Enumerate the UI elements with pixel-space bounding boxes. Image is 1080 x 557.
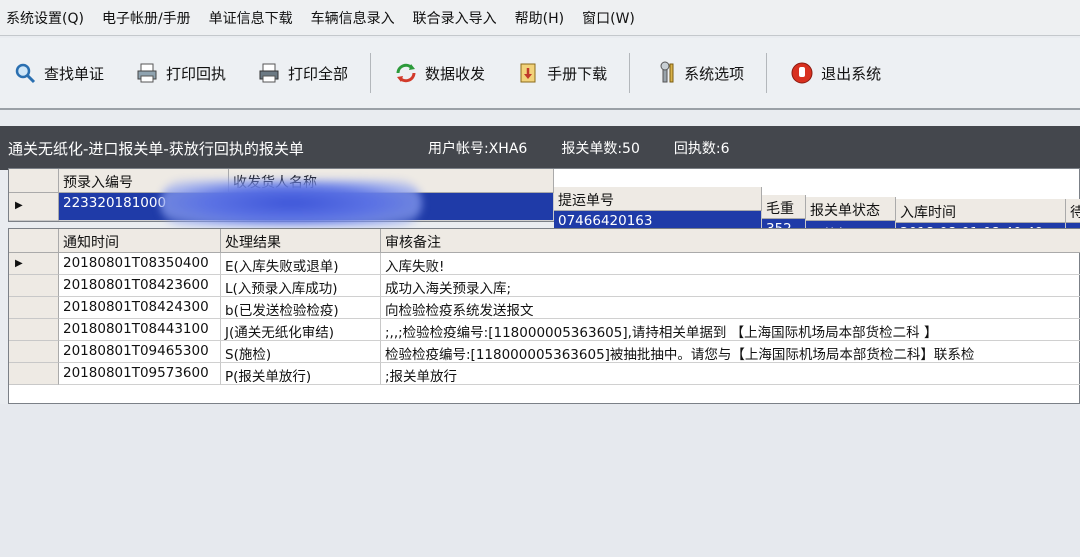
col-header-review-note[interactable]: 审核备注 bbox=[381, 229, 1080, 253]
printer-icon bbox=[134, 60, 160, 86]
cell-result[interactable]: b(已发送检验检疫) bbox=[221, 297, 381, 319]
cell-note[interactable]: 向检验检疫系统发送报文 bbox=[381, 297, 1080, 319]
row-indicator bbox=[9, 319, 59, 341]
find-document-button[interactable]: 查找单证 bbox=[4, 54, 112, 92]
table-row[interactable]: 20180801T08424300 bbox=[59, 297, 221, 319]
col-header-extra[interactable]: 待 bbox=[1066, 199, 1080, 223]
cell-result[interactable]: J(通关无纸化审结) bbox=[221, 319, 381, 341]
cell-note[interactable]: ;报关单放行 bbox=[381, 363, 1080, 385]
menu-vehicle-entry[interactable]: 车辆信息录入 bbox=[311, 8, 395, 28]
window-title-bar: 通关无纸化-进口报关单-获放行回执的报关单 用户帐号:XHA6 报关单数:50 … bbox=[0, 126, 1080, 170]
print-all-label: 打印全部 bbox=[288, 64, 349, 83]
receipt-count-label: 回执数:6 bbox=[673, 141, 730, 157]
grid-corner bbox=[9, 229, 59, 253]
toolbar-separator bbox=[629, 53, 631, 93]
wrench-icon bbox=[652, 60, 678, 86]
cell-result[interactable]: P(报关单放行) bbox=[221, 363, 381, 385]
table-row[interactable]: 20180801T08423600 bbox=[59, 275, 221, 297]
download-icon bbox=[515, 60, 541, 86]
search-icon bbox=[12, 60, 38, 86]
toolbar-separator bbox=[766, 53, 768, 93]
table-row[interactable]: 20180801T09573600 bbox=[59, 363, 221, 385]
receipt-grid[interactable]: 通知时间 处理结果 审核备注 ▶ 20180801T08350400 E(入库失… bbox=[8, 228, 1080, 404]
col-header-gross-weight[interactable]: 毛重 bbox=[762, 195, 806, 219]
table-row[interactable]: 20180801T09465300 bbox=[59, 341, 221, 363]
col-header-result[interactable]: 处理结果 bbox=[221, 229, 381, 253]
print-receipt-button[interactable]: 打印回执 bbox=[126, 54, 234, 92]
toolbar: 查找单证 打印回执 打印全部 数据收发 手册下载 系统选项 退出系统 bbox=[0, 38, 1080, 110]
exit-icon bbox=[789, 60, 815, 86]
cell-note[interactable]: 入库失败! bbox=[381, 253, 1080, 275]
cell-result[interactable]: S(施检) bbox=[221, 341, 381, 363]
cell-note[interactable]: ;,,;检验检疫编号:[118000005363605],请持相关单据到 【上海… bbox=[381, 319, 1080, 341]
toolbar-separator bbox=[370, 53, 372, 93]
grid-corner bbox=[9, 169, 59, 193]
data-exchange-button[interactable]: 数据收发 bbox=[385, 54, 493, 92]
print-all-button[interactable]: 打印全部 bbox=[248, 54, 356, 92]
cell-pre-entry-no: 223320181000 bbox=[63, 195, 167, 211]
col-header-status[interactable]: 报关单状态 bbox=[806, 197, 896, 221]
row-indicator-icon: ▶ bbox=[9, 253, 59, 275]
menu-system-settings[interactable]: 系统设置(Q) bbox=[6, 8, 84, 28]
menu-ebook-manual[interactable]: 电子帐册/手册 bbox=[102, 8, 191, 28]
print-receipt-label: 打印回执 bbox=[166, 64, 227, 83]
sync-icon bbox=[393, 60, 419, 86]
cell-note[interactable]: 成功入海关预录入库; bbox=[381, 275, 1080, 297]
cell-result[interactable]: E(入库失败或退单) bbox=[221, 253, 381, 275]
declaration-count-label: 报关单数:50 bbox=[561, 141, 640, 157]
row-indicator-icon: ▶ bbox=[9, 193, 59, 221]
manual-download-button[interactable]: 手册下载 bbox=[507, 54, 615, 92]
menu-joint-import[interactable]: 联合录入导入 bbox=[413, 8, 497, 28]
empty-workspace bbox=[0, 404, 1080, 557]
row-indicator bbox=[9, 363, 59, 385]
col-header-notify-time[interactable]: 通知时间 bbox=[59, 229, 221, 253]
system-options-button[interactable]: 系统选项 bbox=[644, 54, 752, 92]
row-indicator bbox=[9, 275, 59, 297]
redaction-blur bbox=[160, 180, 422, 226]
window-title: 通关无纸化-进口报关单-获放行回执的报关单 bbox=[8, 139, 304, 158]
menu-window[interactable]: 窗口(W) bbox=[582, 8, 635, 28]
row-indicator bbox=[9, 341, 59, 363]
exit-system-label: 退出系统 bbox=[821, 64, 882, 83]
exit-system-button[interactable]: 退出系统 bbox=[781, 54, 889, 92]
cell-result[interactable]: L(入预录入库成功) bbox=[221, 275, 381, 297]
row-indicator bbox=[9, 297, 59, 319]
col-header-bill-no[interactable]: 提运单号 bbox=[554, 187, 762, 211]
menu-help[interactable]: 帮助(H) bbox=[515, 8, 564, 28]
user-account-label: 用户帐号:XHA6 bbox=[428, 141, 528, 157]
table-row[interactable]: 20180801T08443100 bbox=[59, 319, 221, 341]
menu-document-download[interactable]: 单证信息下载 bbox=[209, 8, 293, 28]
cell-note[interactable]: 检验检疫编号:[118000005363605]被抽批抽中。请您与【上海国际机场… bbox=[381, 341, 1080, 363]
system-options-label: 系统选项 bbox=[684, 64, 745, 83]
col-header-entry-time[interactable]: 入库时间 bbox=[896, 199, 1066, 223]
table-row[interactable]: 20180801T08350400 bbox=[59, 253, 221, 275]
printer-icon bbox=[256, 60, 282, 86]
manual-download-label: 手册下载 bbox=[547, 64, 608, 83]
data-exchange-label: 数据收发 bbox=[425, 64, 486, 83]
find-document-label: 查找单证 bbox=[44, 64, 105, 83]
menu-bar: 系统设置(Q) 电子帐册/手册 单证信息下载 车辆信息录入 联合录入导入 帮助(… bbox=[0, 0, 1080, 36]
